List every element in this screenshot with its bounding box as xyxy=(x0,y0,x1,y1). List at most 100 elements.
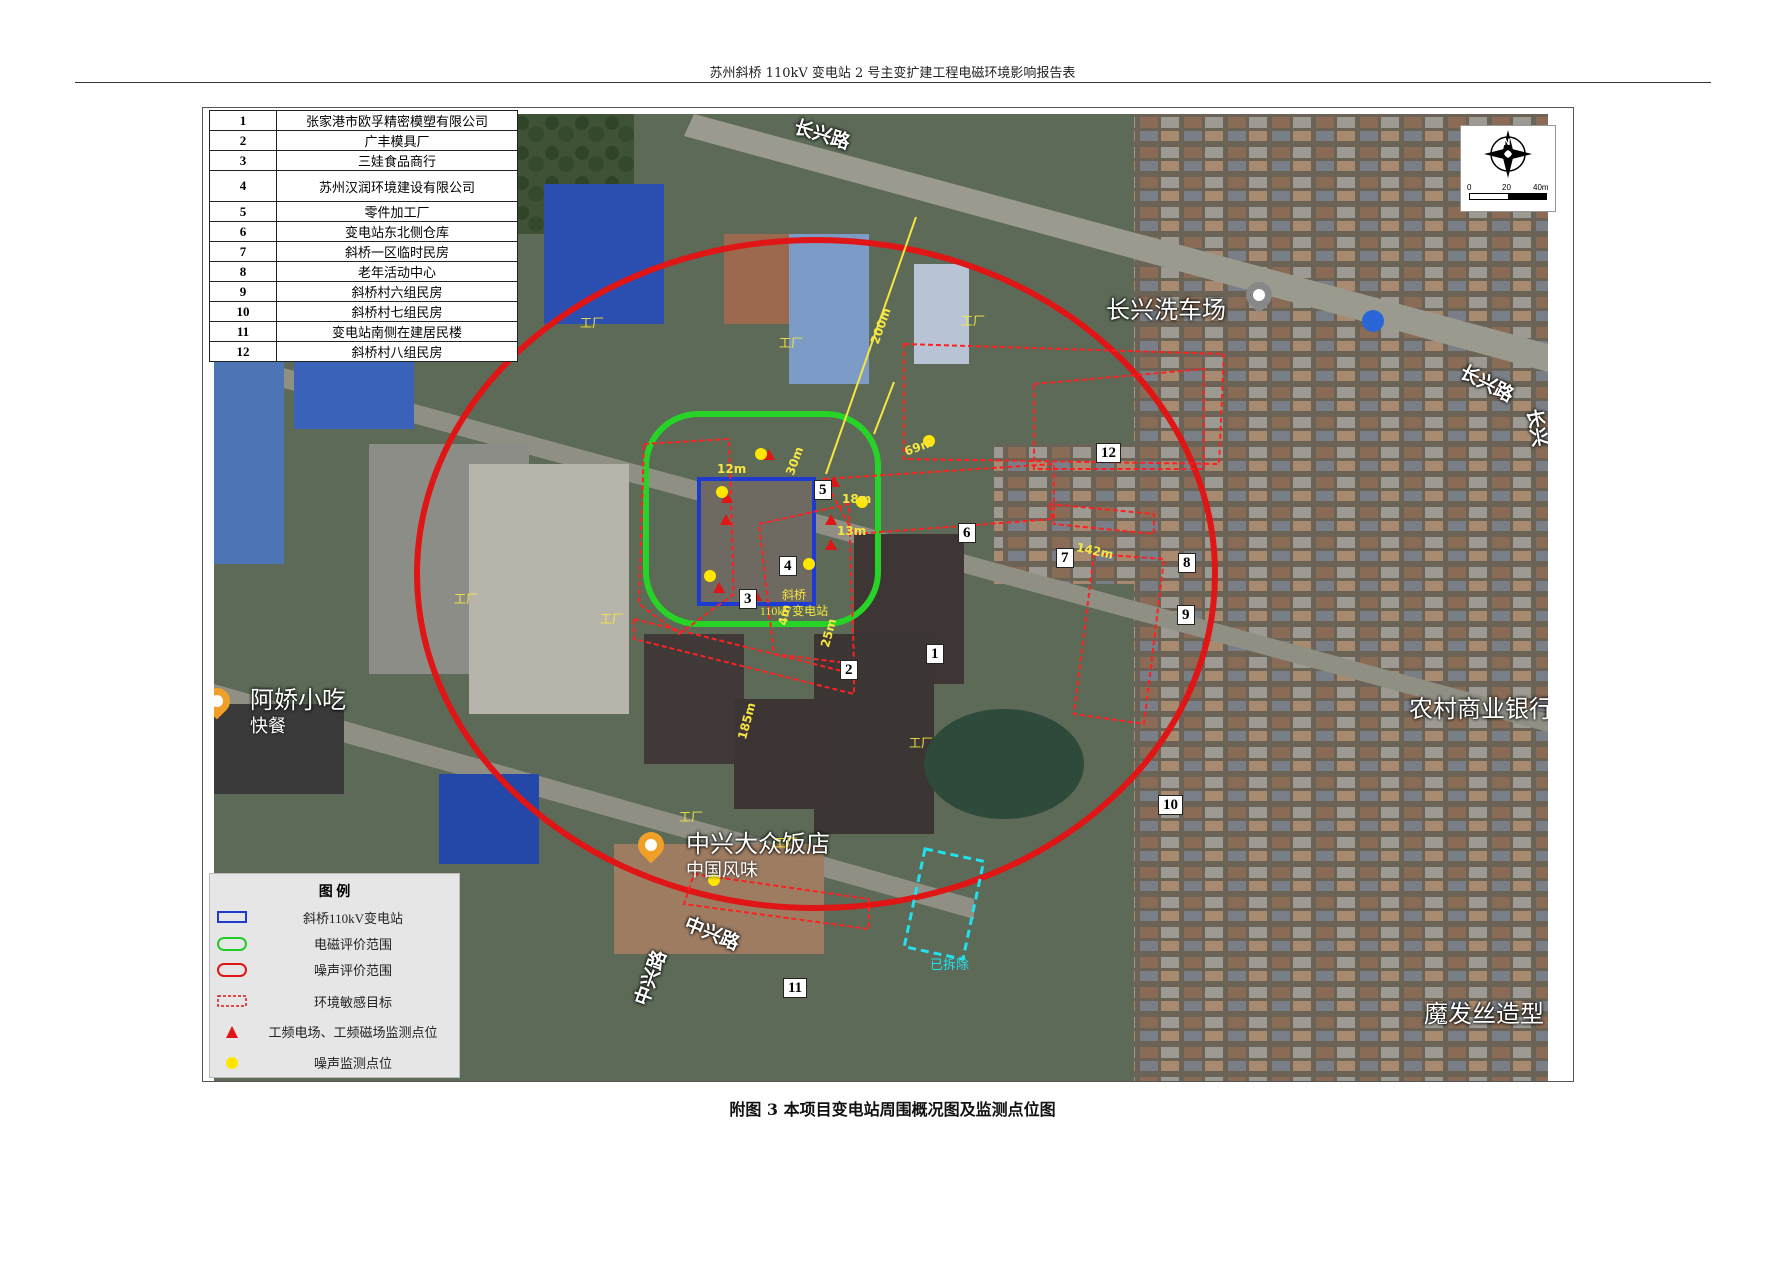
poi-zhongxing-restaurant-type: 中国风味 xyxy=(686,860,758,881)
sensitive-targets-table: 1 张家港市欧孚精密模塑有限公司 2 广丰模具厂 3 三娃食品商行 4 苏州汉润环境建设… xyxy=(209,110,518,362)
target-marker-6: 6 xyxy=(958,523,976,543)
factory-label: 工厂 xyxy=(774,836,799,850)
target-name: 广丰模具厂 xyxy=(276,130,518,151)
distance-18m: 18m xyxy=(842,492,872,506)
target-marker-1: 1 xyxy=(926,644,944,664)
table-row: 8 老年活动中心 xyxy=(209,261,518,282)
poi-car-wash: 长兴洗车场 xyxy=(1106,296,1226,324)
legend-title: 图 例 xyxy=(318,885,351,900)
target-no: 11 xyxy=(209,321,277,342)
target-no: 9 xyxy=(209,281,277,302)
factory-label: 工厂 xyxy=(909,736,934,750)
legend-item-em-monitor: 工频电场、工频磁场监测点位 xyxy=(210,1018,459,1044)
table-row: 2 广丰模具厂 xyxy=(209,130,518,151)
north-label: N xyxy=(1503,138,1511,148)
target-name: 变电站东北侧仓库 xyxy=(276,221,518,242)
target-no: 8 xyxy=(209,261,277,282)
target-no: 6 xyxy=(209,221,277,242)
table-row: 4 苏州汉润环境建设有限公司 xyxy=(209,170,518,202)
target-marker-5: 5 xyxy=(814,480,832,500)
target-name: 老年活动中心 xyxy=(276,261,518,282)
legend-label: 工频电场、工频磁场监测点位 xyxy=(268,1025,438,1040)
blue-rect-icon xyxy=(217,911,247,923)
factory-label: 工厂 xyxy=(961,314,986,328)
legend-label: 环境敏感目标 xyxy=(313,995,392,1010)
substation-label-1: 斜桥 xyxy=(781,588,806,602)
target-no: 1 xyxy=(209,110,277,131)
target-marker-11: 11 xyxy=(783,978,808,998)
target-name: 斜桥村六组民房 xyxy=(276,281,518,302)
target-no: 3 xyxy=(209,150,277,171)
legend-label: 噪声监测点位 xyxy=(313,1056,392,1071)
target-no: 4 xyxy=(209,170,277,202)
north-arrow-scale: N 0 20 40m xyxy=(1460,125,1556,212)
yellow-dot-icon xyxy=(226,1057,238,1069)
distance-13m: 13m xyxy=(837,524,867,538)
red-dashed-rect-icon xyxy=(217,995,247,1007)
scale-end: 40m xyxy=(1533,183,1549,192)
target-name: 斜桥村七组民房 xyxy=(276,301,518,322)
legend-label: 噪声评价范围 xyxy=(313,963,392,978)
target-no: 10 xyxy=(209,301,277,322)
table-row: 12 斜桥村八组民房 xyxy=(209,341,518,362)
green-rounded-rect-icon xyxy=(217,937,247,951)
map-legend: 图 例 斜桥110kV变电站 电磁评价范围 噪声评价范围 环境敏感目标 工频电场… xyxy=(209,873,460,1078)
target-marker-3: 3 xyxy=(739,589,757,609)
table-row: 11 变电站南侧在建居民楼 xyxy=(209,321,518,342)
blue-roof-block-3 xyxy=(439,774,539,864)
legend-label: 电磁评价范围 xyxy=(313,937,392,952)
poi-zhongxing-restaurant: 中兴大众饭店 xyxy=(686,830,830,858)
substation-label-2: 110kV变电站 xyxy=(759,604,829,618)
poi-hair-salon: 魔发丝造型 xyxy=(1424,1000,1544,1028)
bus-stop-icon xyxy=(1362,310,1384,332)
target-name: 斜桥一区临时民房 xyxy=(276,241,518,262)
target-marker-7: 7 xyxy=(1056,548,1074,568)
scale-mid: 20 xyxy=(1502,183,1511,192)
target-name: 张家港市欧孚精密模塑有限公司 xyxy=(276,110,518,131)
target-no: 5 xyxy=(209,201,277,222)
report-header: 苏州斜桥 110kV 变电站 2 号主变扩建工程电磁环境影响报告表 xyxy=(709,66,1076,81)
red-rounded-rect-icon xyxy=(217,963,247,977)
poi-ajiao-snack: 阿娇小吃 xyxy=(250,686,346,714)
target-no: 7 xyxy=(209,241,277,262)
target-name: 苏州汉润环境建设有限公司 xyxy=(276,170,518,202)
pond xyxy=(924,709,1084,819)
factory-label: 工厂 xyxy=(580,316,605,330)
table-row: 6 变电站东北侧仓库 xyxy=(209,221,518,242)
legend-item-noise-monitor: 噪声监测点位 xyxy=(210,1049,459,1075)
red-triangle-icon xyxy=(226,1026,238,1038)
scale-bar xyxy=(1469,193,1547,200)
target-marker-2: 2 xyxy=(840,660,858,680)
target-name: 变电站南侧在建居民楼 xyxy=(276,321,518,342)
target-marker-8: 8 xyxy=(1178,553,1196,573)
legend-item-sensitive-target: 环境敏感目标 xyxy=(210,988,459,1014)
blue-roof-block-4 xyxy=(214,334,284,564)
poi-rural-bank: 农村商业银行 xyxy=(1409,695,1548,723)
target-marker-4: 4 xyxy=(779,556,797,576)
factory-label: 工厂 xyxy=(779,336,804,350)
table-row: 7 斜桥一区临时民房 xyxy=(209,241,518,262)
target-no: 2 xyxy=(209,130,277,151)
factory-label: 工厂 xyxy=(454,592,479,606)
scale-zero: 0 xyxy=(1467,183,1472,192)
demolished-label: 已拆除 xyxy=(930,958,970,973)
target-name: 三娃食品商行 xyxy=(276,150,518,171)
table-row: 1 张家港市欧孚精密模塑有限公司 xyxy=(209,110,518,131)
factory-label: 工厂 xyxy=(679,810,704,824)
legend-item-noise-range: 噪声评价范围 xyxy=(210,956,459,982)
target-name: 零件加工厂 xyxy=(276,201,518,222)
table-row: 3 三娃食品商行 xyxy=(209,150,518,171)
factory-center-west xyxy=(469,464,629,714)
legend-label: 斜桥110kV变电站 xyxy=(303,911,403,926)
target-marker-10: 10 xyxy=(1158,795,1183,815)
target-no: 12 xyxy=(209,341,277,362)
table-row: 10 斜桥村七组民房 xyxy=(209,301,518,322)
factory-label: 工厂 xyxy=(600,612,625,626)
legend-item-substation: 斜桥110kV变电站 xyxy=(210,904,459,930)
table-row: 9 斜桥村六组民房 xyxy=(209,281,518,302)
legend-item-em-range: 电磁评价范围 xyxy=(210,930,459,956)
target-name: 斜桥村八组民房 xyxy=(276,341,518,362)
target-marker-12: 12 xyxy=(1096,443,1121,463)
target-marker-9: 9 xyxy=(1177,605,1195,625)
compass-icon xyxy=(1484,130,1532,178)
